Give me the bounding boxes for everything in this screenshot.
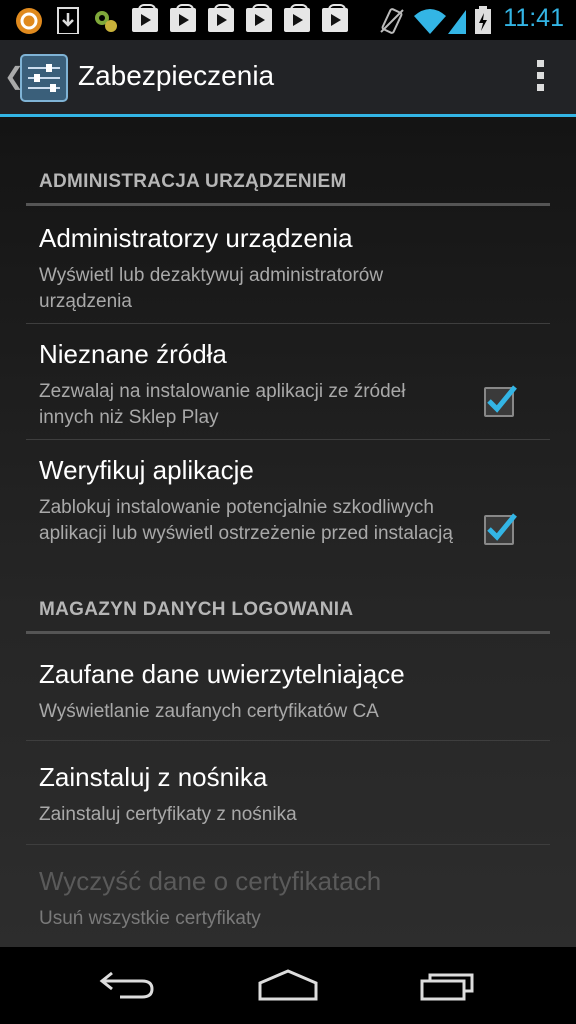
unknown-sources-checkbox[interactable] xyxy=(484,385,517,417)
settings-list[interactable]: ADMINISTRACJA URZĄDZENIEM Administratorz… xyxy=(0,117,576,947)
item-title: Nieznane źródła xyxy=(39,339,227,369)
settings-notification-icon xyxy=(95,11,117,32)
signal-icon xyxy=(448,10,466,34)
item-title: Zaufane dane uwierzytelniające xyxy=(39,659,405,689)
divider xyxy=(26,323,550,324)
divider xyxy=(26,844,550,845)
item-subtitle: Zainstaluj certyfikaty z nośnika xyxy=(39,804,297,825)
list-item-device-administrators[interactable]: Administratorzy urządzenia Wyświetl lub … xyxy=(26,223,550,323)
app-notification-icon xyxy=(16,8,42,34)
back-icon[interactable] xyxy=(98,967,158,1003)
item-title: Weryfikuj aplikacje xyxy=(39,455,254,485)
page-title: Zabezpieczenia xyxy=(78,60,275,91)
item-title: Administratorzy urządzenia xyxy=(39,223,353,253)
play-store-icon xyxy=(322,4,348,32)
item-subtitle: Wyświetl lub dezaktywuj administratorów … xyxy=(39,265,384,312)
status-bar: 11:41 xyxy=(0,0,576,40)
list-item-clear-credentials: Wyczyść dane o certyfikatach Usuń wszyst… xyxy=(26,866,550,946)
wifi-icon xyxy=(414,9,446,34)
item-title: Wyczyść dane o certyfikatach xyxy=(39,866,382,896)
download-icon xyxy=(57,7,79,34)
item-title: Zainstaluj z nośnika xyxy=(39,762,268,792)
clock: 11:41 xyxy=(503,4,564,32)
action-bar: ❮ Zabezpieczenia xyxy=(0,40,576,114)
list-item-install-from-storage[interactable]: Zainstaluj z nośnika Zainstaluj certyfik… xyxy=(26,762,550,842)
list-item-trusted-credentials[interactable]: Zaufane dane uwierzytelniające Wyświetla… xyxy=(26,659,550,739)
list-item-verify-apps[interactable]: Weryfikuj aplikacje Zablokuj instalowani… xyxy=(26,455,550,585)
vibrate-icon xyxy=(380,8,404,34)
list-item-unknown-sources[interactable]: Nieznane źródła Zezwalaj na instalowanie… xyxy=(26,339,550,439)
item-subtitle: Zezwalaj na instalowanie aplikacji ze źr… xyxy=(39,381,406,428)
verify-apps-checkbox[interactable] xyxy=(484,513,517,545)
overflow-menu-icon[interactable] xyxy=(536,60,546,96)
play-store-icon xyxy=(170,4,196,32)
item-subtitle: Usuń wszystkie certyfikaty xyxy=(39,908,261,929)
divider xyxy=(26,740,550,741)
navigation-bar xyxy=(0,947,576,1024)
section-divider xyxy=(26,631,550,634)
play-store-icon xyxy=(246,4,272,32)
checkmark-icon xyxy=(487,513,517,541)
divider xyxy=(26,439,550,440)
play-store-icon xyxy=(132,4,158,32)
item-subtitle: Zablokuj instalowanie potencjalnie szkod… xyxy=(39,497,453,544)
home-icon[interactable] xyxy=(256,967,320,1003)
checkmark-icon xyxy=(487,385,517,413)
play-store-icon xyxy=(208,4,234,32)
item-subtitle: Wyświetlanie zaufanych certyfikatów CA xyxy=(39,701,379,722)
recent-apps-icon[interactable] xyxy=(418,967,480,1003)
battery-charging-icon xyxy=(475,6,491,34)
section-divider xyxy=(26,203,550,206)
play-store-icon xyxy=(284,4,310,32)
settings-sliders-icon[interactable] xyxy=(20,54,68,102)
